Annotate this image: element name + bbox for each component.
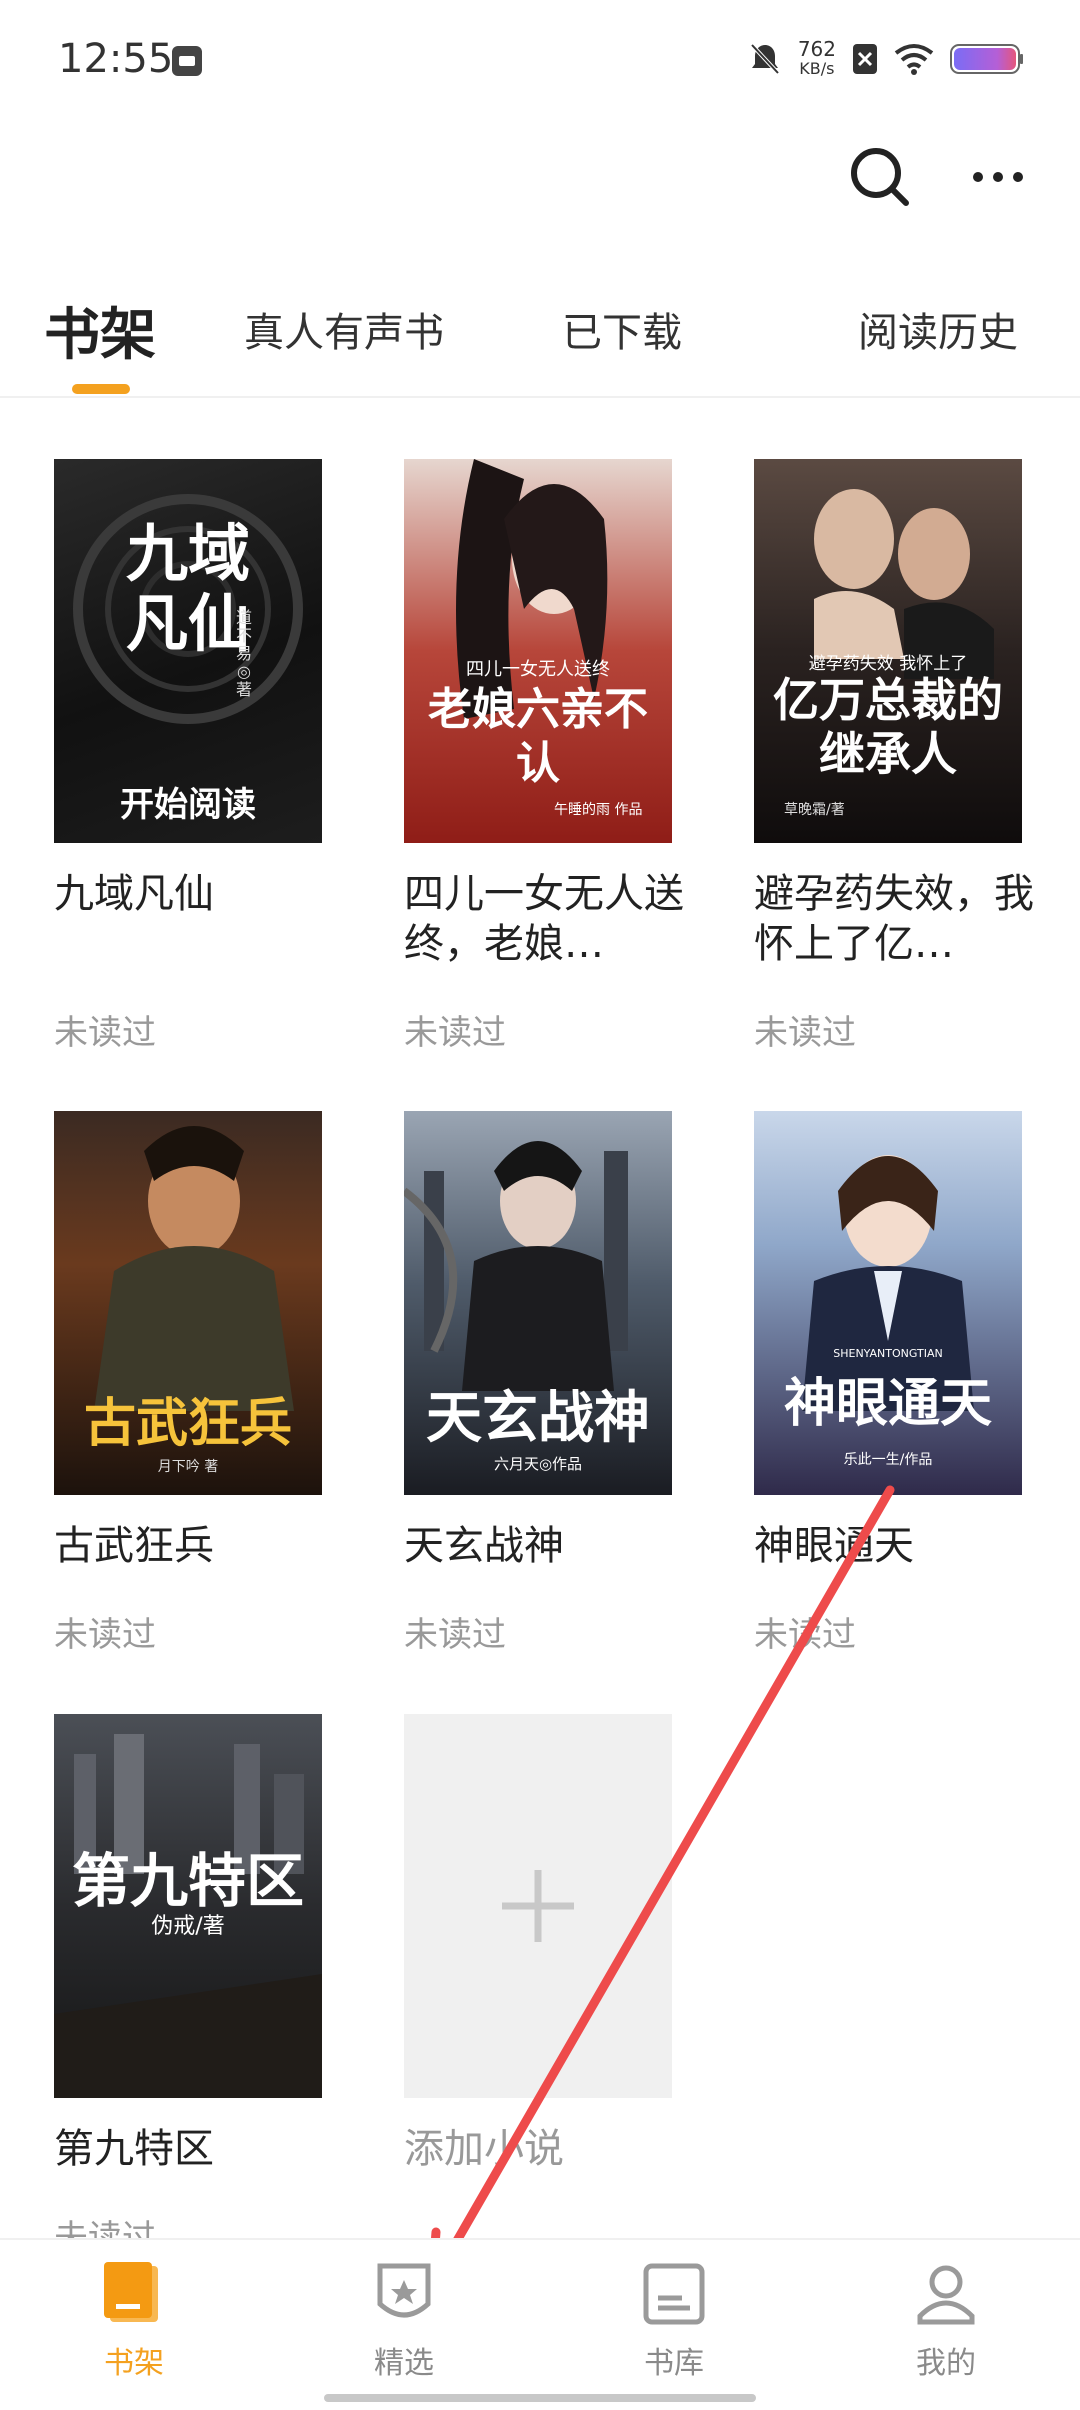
book-cover[interactable]: 古武狂兵 月下吟 著	[54, 1111, 322, 1495]
nav-profile[interactable]: 我的	[846, 2260, 1046, 2382]
cover-title: 古武狂兵	[83, 1393, 292, 1454]
more-icon[interactable]	[972, 169, 1024, 185]
nav-label: 精选	[374, 2346, 434, 2381]
status-time: 12:55	[58, 36, 174, 82]
book-title: 天玄战神	[404, 1523, 564, 1569]
network-speed-unit: KB/s	[799, 59, 835, 78]
top-actions	[848, 145, 1024, 209]
nav-featured[interactable]: 精选	[304, 2260, 504, 2382]
add-book-cover[interactable]	[404, 1714, 672, 2098]
network-speed: 762 KB/s	[797, 37, 836, 78]
cover-title: 第九特区	[71, 1847, 304, 1915]
cover-author: 伪戒/著	[151, 1914, 225, 1939]
nav-label: 我的	[916, 2346, 976, 2381]
tab-downloaded[interactable]: 已下载	[562, 300, 682, 358]
nav-bookshelf[interactable]: 书架	[34, 2260, 234, 2382]
cover-author: 六月天◎作品	[493, 1455, 583, 1473]
book-title: 神眼通天	[754, 1523, 914, 1569]
read-status: 未读过	[754, 1013, 856, 1053]
tab-bookshelf[interactable]: 书架	[44, 290, 156, 371]
wifi-icon	[894, 44, 934, 75]
book-cover[interactable]: 天玄战神 六月天◎作品	[404, 1111, 672, 1495]
cover-author: 草晚霜/著	[784, 802, 845, 818]
book-cover[interactable]: 神眼通天 SHENYANTONGTIAN 乐此一生/作品	[754, 1111, 1022, 1495]
bottom-navigation: 书架 精选 书库 我的	[0, 2238, 1080, 2410]
nav-library[interactable]: 书库	[574, 2260, 774, 2382]
read-status: 未读过	[404, 1013, 506, 1053]
add-book-label: 添加小说	[404, 2126, 564, 2172]
sim-off-icon	[853, 44, 877, 74]
cover-tagline: SHENYANTONGTIAN	[833, 1347, 943, 1360]
library-icon	[643, 2263, 705, 2325]
bookshelf-icon	[104, 2262, 158, 2322]
mute-bell-icon	[750, 43, 780, 75]
cover-tagline: 避孕药失效 我怀上了	[808, 654, 968, 674]
cover-author: 月下吟 著	[157, 1459, 219, 1475]
read-status: 未读过	[54, 1013, 156, 1053]
active-tab-indicator	[72, 384, 130, 394]
book-cover[interactable]: 四儿一女无人送终 老娘六亲不认 午睡的雨 作品	[404, 459, 672, 843]
tab-audiobooks[interactable]: 真人有声书	[244, 300, 444, 358]
plus-icon	[502, 1870, 574, 1942]
cover-author: 乐此一生/作品	[843, 1452, 933, 1468]
cover-title: 天玄战神	[426, 1385, 650, 1451]
tab-reading-history[interactable]: 阅读历史	[858, 300, 1018, 358]
nav-label: 书架	[104, 2346, 164, 2381]
book-title: 古武狂兵	[54, 1523, 214, 1569]
cover-title: 老娘六亲不认	[428, 684, 648, 789]
cover-title: 亿万总裁的继承人	[773, 673, 1003, 781]
cover-title: 神眼通天	[783, 1373, 992, 1434]
cover-tagline: 四儿一女无人送终	[466, 659, 610, 680]
start-reading-label: 开始阅读	[120, 785, 256, 825]
cover-art	[802, 1155, 974, 1411]
read-status: 未读过	[754, 1615, 856, 1655]
read-status: 未读过	[54, 1615, 156, 1655]
book-cover[interactable]: 避孕药失效 我怀上了 亿万总裁的继承人 草晚霜/著	[754, 459, 1022, 843]
cover-author: 午睡的雨 作品	[554, 802, 643, 818]
cover-author: 道不易◎著	[235, 608, 252, 699]
nav-label: 书库	[644, 2346, 704, 2381]
profile-icon	[917, 2265, 975, 2325]
featured-badge-icon	[377, 2263, 431, 2318]
book-cover[interactable]: 第九特区 伪戒/著	[54, 1714, 322, 2098]
book-title: 第九特区	[54, 2126, 214, 2172]
search-icon[interactable]	[848, 145, 912, 209]
read-status: 未读过	[404, 1615, 506, 1655]
home-indicator[interactable]	[324, 2394, 756, 2402]
book-title: 避孕药失效，我怀上了亿…	[754, 871, 1034, 967]
network-speed-value: 762	[797, 37, 836, 61]
notification-app-icon	[172, 46, 202, 76]
book-title: 四儿一女无人送终，老娘…	[404, 871, 684, 967]
shelf-tabs: 书架 真人有声书 已下载 阅读历史	[0, 300, 1080, 398]
battery-icon	[950, 44, 1023, 74]
status-bar: 12:55 762 KB/s	[0, 0, 1080, 130]
status-icons: 762 KB/s	[748, 37, 1024, 78]
book-title: 九域凡仙	[54, 871, 214, 917]
book-cover[interactable]: 九域凡仙 道不易◎著 开始阅读	[54, 459, 322, 843]
